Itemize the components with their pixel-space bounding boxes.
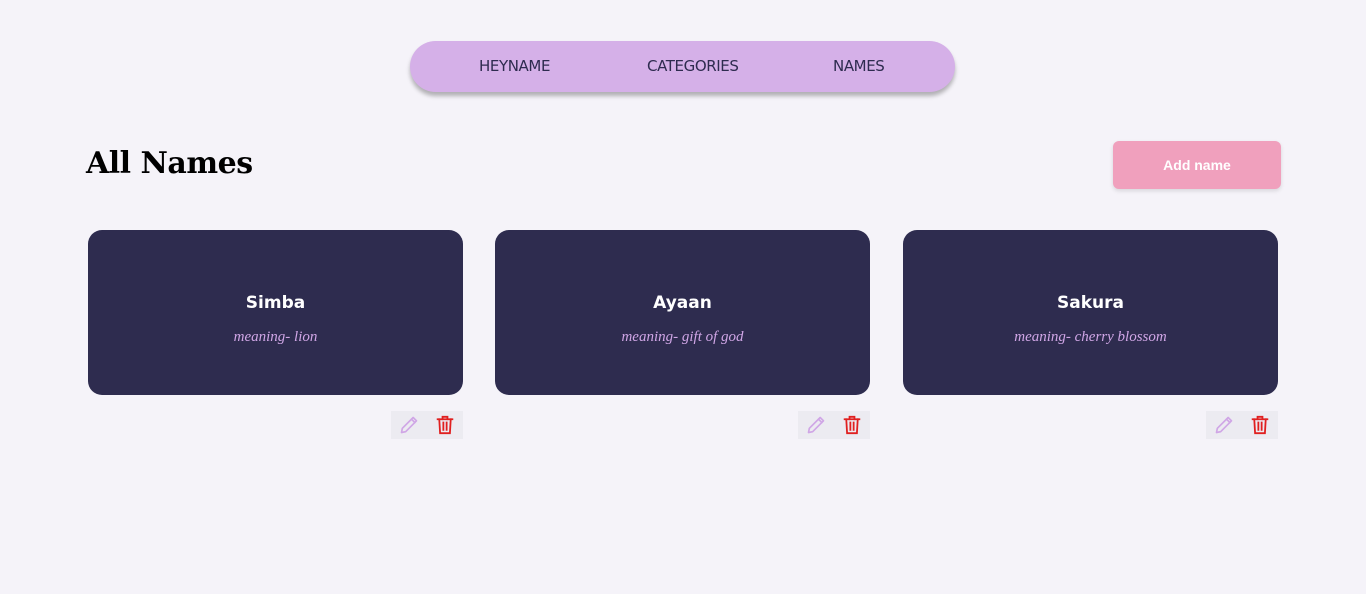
page-title: All Names [86, 146, 253, 181]
delete-button[interactable] [1249, 414, 1271, 436]
delete-button[interactable] [841, 414, 863, 436]
name-card-wrapper: Ayaan meaning- gift of god [495, 230, 870, 439]
trash-icon [1251, 415, 1269, 435]
edit-button[interactable] [1213, 414, 1235, 436]
card-meaning: meaning- cherry blossom [1014, 329, 1167, 345]
add-name-button[interactable]: Add name [1113, 141, 1281, 189]
name-card[interactable]: Simba meaning- lion [88, 230, 463, 395]
pencil-icon [400, 416, 418, 434]
card-actions [1206, 411, 1278, 439]
card-actions [391, 411, 463, 439]
nav-item-heyname[interactable]: HEYNAME [479, 41, 550, 92]
nav-item-names[interactable]: NAMES [833, 41, 885, 92]
top-nav: HEYNAME CATEGORIES NAMES [410, 41, 955, 92]
nav-item-categories[interactable]: CATEGORIES [647, 41, 739, 92]
card-name: Ayaan [653, 293, 712, 313]
card-meaning: meaning- gift of god [621, 329, 744, 345]
card-actions [798, 411, 870, 439]
name-card-wrapper: Sakura meaning- cherry blossom [903, 230, 1278, 439]
edit-button[interactable] [398, 414, 420, 436]
delete-button[interactable] [434, 414, 456, 436]
edit-button[interactable] [805, 414, 827, 436]
card-name: Simba [245, 293, 306, 313]
card-meaning: meaning- lion [233, 329, 318, 345]
name-card[interactable]: Ayaan meaning- gift of god [495, 230, 870, 395]
pencil-icon [1215, 416, 1233, 434]
card-name: Sakura [1057, 293, 1124, 313]
trash-icon [843, 415, 861, 435]
name-card-wrapper: Simba meaning- lion [88, 230, 463, 439]
trash-icon [436, 415, 454, 435]
pencil-icon [807, 416, 825, 434]
name-card[interactable]: Sakura meaning- cherry blossom [903, 230, 1278, 395]
